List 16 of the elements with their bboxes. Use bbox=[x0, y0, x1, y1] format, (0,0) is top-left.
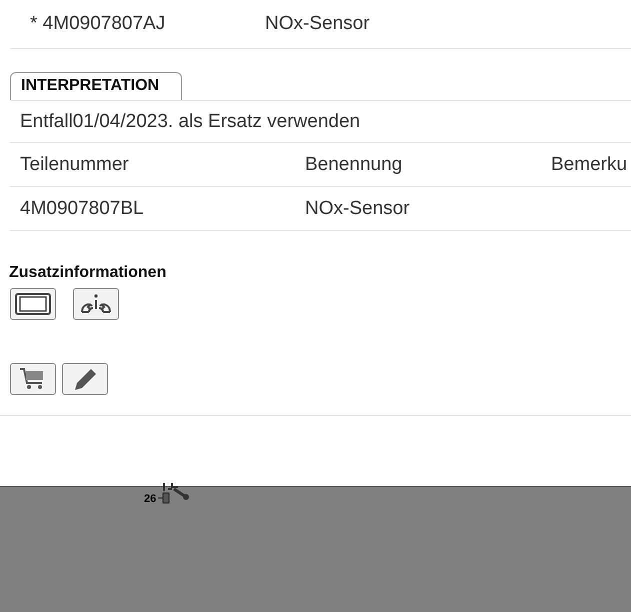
info-button[interactable] bbox=[73, 288, 119, 320]
part-number: * 4M0907807AJ bbox=[30, 13, 166, 35]
column-header: Teilenummer bbox=[20, 154, 130, 176]
cart-button[interactable] bbox=[10, 363, 56, 395]
frame-button[interactable] bbox=[10, 288, 56, 320]
edit-button[interactable] bbox=[62, 363, 108, 395]
frame-icon bbox=[14, 292, 52, 316]
section-title: Zusatzinformationen bbox=[9, 264, 168, 282]
interpretation-note: Entfall01/04/2023. als Ersatz verwenden bbox=[20, 110, 362, 132]
table-cell-text: NOx-Sensor bbox=[305, 198, 411, 220]
callout-number: 26 bbox=[144, 493, 156, 505]
column-header: Bemerku bbox=[551, 154, 628, 176]
interpretation-tab[interactable]: INTERPRETATION bbox=[10, 72, 182, 100]
part-name: NOx-Sensor bbox=[265, 13, 371, 35]
table-cell-text: 4M0907807BL bbox=[20, 198, 145, 220]
column-header: Benennung bbox=[305, 154, 404, 176]
